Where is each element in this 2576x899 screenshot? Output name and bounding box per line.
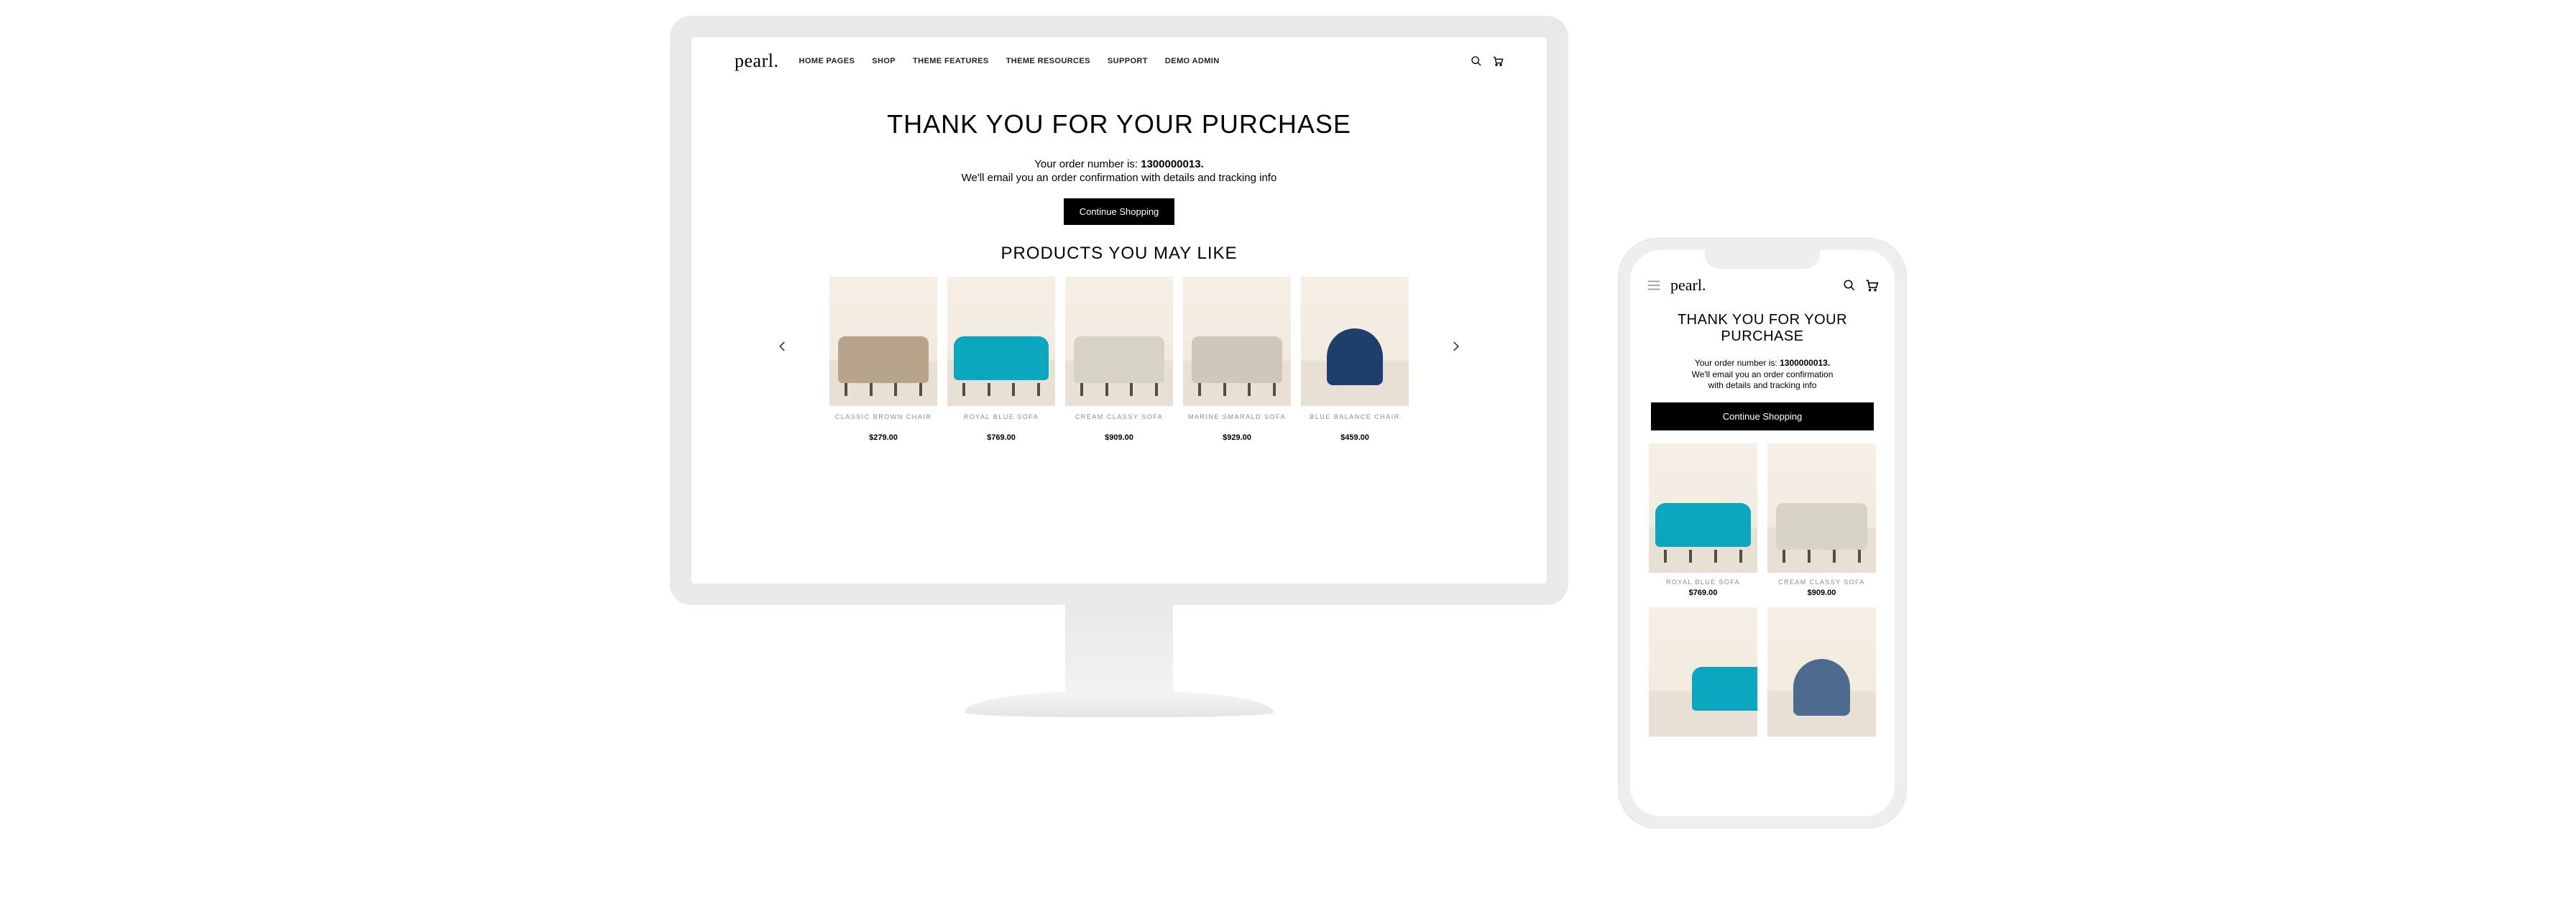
product-name: ROYAL BLUE SOFA <box>947 413 1055 429</box>
nav-support[interactable]: SUPPORT <box>1108 57 1148 65</box>
product-price: $769.00 <box>1649 589 1757 597</box>
site-logo[interactable]: pearl. <box>1670 276 1706 295</box>
monitor-frame: pearl. HOME PAGES SHOP THEME FEATURES TH… <box>670 16 1568 605</box>
product-price: $279.00 <box>829 433 937 442</box>
order-number-prefix: Your order number is: <box>1695 358 1780 368</box>
mobile-phone-device: pearl. THANK YOU FOR YOUR PURCHASE <box>1619 239 1906 828</box>
page-title-line2: PURCHASE <box>1721 328 1803 344</box>
monitor-neck <box>1065 604 1173 697</box>
product-image <box>947 277 1055 406</box>
confirmation-subline-1: We'll email you an order confirmation <box>1692 369 1834 379</box>
product-card[interactable]: ROYAL BLUE SOFA $769.00 <box>1649 443 1757 597</box>
product-card[interactable]: ROYAL BLUE SOFA $769.00 <box>947 277 1055 442</box>
monitor-base <box>965 691 1274 717</box>
product-price: $459.00 <box>1301 433 1409 442</box>
product-price: $909.00 <box>1767 589 1876 597</box>
nav-shop[interactable]: SHOP <box>872 57 896 65</box>
product-price: $909.00 <box>1065 433 1173 442</box>
product-card[interactable]: MARINE SMARALD SOFA $929.00 <box>1183 277 1291 442</box>
order-number-value: 1300000013. <box>1141 158 1204 170</box>
product-image <box>1649 607 1757 737</box>
search-icon[interactable] <box>1843 279 1856 292</box>
desktop-monitor-device: pearl. HOME PAGES SHOP THEME FEATURES TH… <box>670 16 1568 763</box>
search-icon[interactable] <box>1471 55 1482 67</box>
phone-notch <box>1705 250 1820 269</box>
order-number-line: Your order number is: 1300000013. <box>720 158 1518 170</box>
products-you-may-like-heading: PRODUCTS YOU MAY LIKE <box>720 244 1518 264</box>
product-name: ROYAL BLUE SOFA <box>1649 578 1757 586</box>
nav-demo-admin[interactable]: DEMO ADMIN <box>1165 57 1220 65</box>
page-title-line1: THANK YOU FOR YOUR <box>1678 312 1847 328</box>
confirmation-subline-2: with details and tracking info <box>1708 380 1817 390</box>
top-nav: HOME PAGES SHOP THEME FEATURES THEME RES… <box>799 57 1219 65</box>
hamburger-menu-icon[interactable] <box>1646 277 1662 293</box>
product-name: CLASSIC BROWN CHAIR <box>829 413 937 429</box>
product-price: $769.00 <box>947 433 1055 442</box>
desktop-main: THANK YOU FOR YOUR PURCHASE Your order n… <box>691 72 1547 442</box>
phone-screen: pearl. THANK YOU FOR YOUR PURCHASE <box>1630 250 1895 816</box>
product-card[interactable]: CREAM CLASSY SOFA $909.00 <box>1767 443 1876 597</box>
page-title: THANK YOU FOR YOUR PURCHASE <box>1647 312 1877 345</box>
continue-shopping-button[interactable]: Continue Shopping <box>1064 198 1175 225</box>
cart-icon[interactable] <box>1864 278 1879 292</box>
mobile-header-icons <box>1843 278 1879 292</box>
product-card[interactable]: CREAM CLASSY SOFA $909.00 <box>1065 277 1173 442</box>
order-number-prefix: Your order number is: <box>1034 158 1141 170</box>
cart-icon[interactable] <box>1492 55 1504 67</box>
carousel-prev-button[interactable] <box>770 334 795 359</box>
product-card[interactable]: BLUE BALANCE CHAIR $459.00 <box>1301 277 1409 442</box>
header-icons <box>1471 55 1504 67</box>
continue-shopping-button[interactable]: Continue Shopping <box>1651 402 1874 430</box>
product-image <box>1767 443 1876 573</box>
product-image <box>1649 443 1757 573</box>
desktop-header: pearl. HOME PAGES SHOP THEME FEATURES TH… <box>691 37 1547 72</box>
carousel-track: CLASSIC BROWN CHAIR $279.00 ROYAL BLUE S… <box>829 277 1409 442</box>
product-name: MARINE SMARALD SOFA <box>1183 413 1291 429</box>
product-card[interactable] <box>1649 607 1757 737</box>
monitor-screen: pearl. HOME PAGES SHOP THEME FEATURES TH… <box>691 37 1547 584</box>
product-image <box>1183 277 1291 406</box>
product-price: $929.00 <box>1183 433 1291 442</box>
product-name: CREAM CLASSY SOFA <box>1767 578 1876 586</box>
page-title: THANK YOU FOR YOUR PURCHASE <box>720 109 1518 139</box>
product-carousel: CLASSIC BROWN CHAIR $279.00 ROYAL BLUE S… <box>720 277 1518 442</box>
product-name: CREAM CLASSY SOFA <box>1065 413 1173 429</box>
product-name: BLUE BALANCE CHAIR <box>1301 413 1409 429</box>
mobile-main: THANK YOU FOR YOUR PURCHASE Your order n… <box>1630 302 1895 737</box>
carousel-next-button[interactable] <box>1443 334 1468 359</box>
site-logo[interactable]: pearl. <box>735 50 778 72</box>
product-image <box>1065 277 1173 406</box>
order-number-value: 1300000013. <box>1780 358 1830 368</box>
product-image <box>829 277 937 406</box>
order-number-line: Your order number is: 1300000013. <box>1647 358 1877 368</box>
product-card[interactable] <box>1767 607 1876 737</box>
nav-home-pages[interactable]: HOME PAGES <box>799 57 855 65</box>
nav-theme-features[interactable]: THEME FEATURES <box>913 57 989 65</box>
product-image <box>1301 277 1409 406</box>
nav-theme-resources[interactable]: THEME RESOURCES <box>1006 57 1090 65</box>
confirmation-subline: We'll email you an order confirmation wi… <box>1647 369 1877 391</box>
product-image <box>1767 607 1876 737</box>
confirmation-subline: We'll email you an order confirmation wi… <box>720 172 1518 184</box>
mobile-product-grid: ROYAL BLUE SOFA $769.00 CREAM CLASSY SOF… <box>1647 443 1877 737</box>
product-card[interactable]: CLASSIC BROWN CHAIR $279.00 <box>829 277 937 442</box>
